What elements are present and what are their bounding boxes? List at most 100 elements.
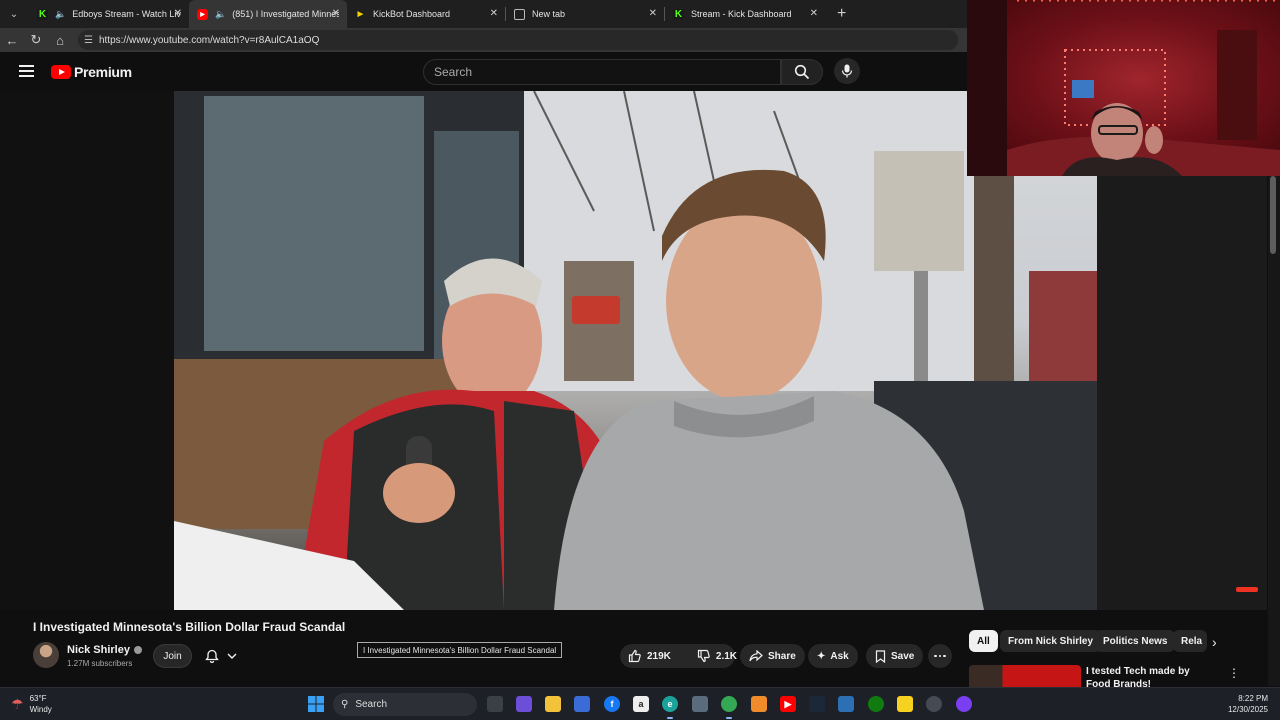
weather-icon: ☂ <box>11 695 24 712</box>
back-arrow-icon[interactable]: ← <box>0 33 24 48</box>
clock-date: 12/30/2025 <box>1227 705 1268 714</box>
youtube-logo[interactable]: Premium <box>51 64 132 80</box>
browser-tab-strip: ⌄ K 🔈 Edboys Stream - Watch Live o ✕ ▶ 🔈… <box>0 0 967 28</box>
calculator-icon[interactable] <box>692 696 708 712</box>
new-tab-plus-icon[interactable]: + <box>837 5 846 23</box>
search-icon <box>794 64 810 80</box>
share-button[interactable]: Share <box>740 644 805 668</box>
tab-label: KickBot Dashboard <box>373 9 451 19</box>
file-explorer-icon[interactable] <box>545 696 561 712</box>
close-icon[interactable]: ✕ <box>490 8 498 19</box>
amazon-icon[interactable]: a <box>633 696 649 712</box>
app-gear-icon[interactable] <box>838 696 854 712</box>
thumbs-up-icon <box>628 649 641 663</box>
copilot-icon[interactable] <box>516 696 532 712</box>
tab-label: New tab <box>532 9 566 19</box>
windows-start-icon[interactable] <box>308 696 324 712</box>
xbox-icon[interactable] <box>868 696 884 712</box>
dislike-button[interactable]: 2.1K <box>689 644 745 668</box>
tab-new-tab[interactable]: New tab ✕ <box>506 0 664 28</box>
recommendation-more-icon[interactable]: ⋮ <box>1228 666 1240 680</box>
channel-avatar[interactable] <box>33 642 59 668</box>
recommendation-title[interactable]: I tested Tech made by Food Brands! <box>1086 665 1216 687</box>
save-label: Save <box>891 650 915 662</box>
kick-icon: K <box>37 8 48 20</box>
tab-kickbot-dashboard[interactable]: ► KickBot Dashboard ✕ <box>347 0 505 28</box>
title-tooltip: I Investigated Minnesota's Billion Dolla… <box>357 642 563 658</box>
search-button[interactable] <box>781 59 823 85</box>
edge-icon[interactable]: e <box>662 696 678 712</box>
scrollbar-thumb[interactable] <box>1270 176 1276 254</box>
site-info-icon[interactable]: ☰ <box>84 35 93 46</box>
page-scrollbar[interactable] <box>1268 176 1280 686</box>
hamburger-menu-icon[interactable] <box>19 65 34 77</box>
youtube-icon: ▶ <box>197 8 208 20</box>
video-title: I Investigated Minnesota's Billion Dolla… <box>33 620 346 634</box>
taskbar-search-box[interactable]: ⚲ Search <box>333 693 477 716</box>
steam-icon[interactable] <box>809 696 825 712</box>
url-text: https://www.youtube.com/watch?v=r8AulCA1… <box>98 34 320 46</box>
thumbs-down-icon <box>697 649 710 663</box>
subscribe-watermark-icon[interactable] <box>1236 587 1258 592</box>
tab-label: Edboys Stream - Watch Live o <box>72 9 181 19</box>
search-input[interactable]: Search <box>423 59 781 85</box>
speaker-icon[interactable]: 🔈 <box>55 9 66 20</box>
home-icon[interactable]: ⌂ <box>48 33 72 48</box>
chevron-right-icon[interactable]: › <box>1212 634 1217 650</box>
speaker-icon[interactable]: 🔈 <box>215 9 226 20</box>
chip-related[interactable]: Rela <box>1173 630 1207 652</box>
chevron-down-icon <box>227 653 237 659</box>
video-frame-scene <box>174 91 1097 610</box>
ask-label: Ask <box>830 650 849 662</box>
circle-app-icon[interactable] <box>956 696 972 712</box>
tab-search-chevron-icon[interactable]: ⌄ <box>3 3 25 25</box>
video-player[interactable] <box>174 91 1097 610</box>
close-icon[interactable]: ✕ <box>332 8 340 19</box>
recommendation-thumbnail[interactable] <box>969 665 1081 687</box>
close-icon[interactable]: ✕ <box>649 8 657 19</box>
bookmark-icon <box>875 649 886 663</box>
more-actions-button[interactable] <box>928 644 952 668</box>
microphone-icon <box>841 64 853 78</box>
windows-taskbar: ☂ 63°F Windy ⚲ Search f a e ▶ 8:22 PM 12… <box>0 687 1280 720</box>
microsoft-store-icon[interactable] <box>574 696 590 712</box>
voice-search-button[interactable] <box>834 58 860 84</box>
youtube-header: Premium Search <box>0 52 967 91</box>
notification-bell-button[interactable] <box>201 644 249 668</box>
like-count: 219K <box>647 650 671 662</box>
address-bar-row: ← ↻ ⌂ ☰ https://www.youtube.com/watch?v=… <box>0 28 967 52</box>
share-icon <box>749 650 763 662</box>
channel-name-text: Nick Shirley <box>67 644 130 656</box>
sticky-notes-icon[interactable] <box>897 696 913 712</box>
url-field[interactable]: ☰ https://www.youtube.com/watch?v=r8AulC… <box>78 30 958 50</box>
join-button[interactable]: Join <box>153 644 192 668</box>
reload-icon[interactable]: ↻ <box>24 32 48 48</box>
weather-widget[interactable]: ☂ 63°F Windy <box>11 693 52 715</box>
close-icon[interactable]: ✕ <box>174 8 182 19</box>
facebook-icon[interactable]: f <box>604 696 620 712</box>
vlc-icon[interactable] <box>751 696 767 712</box>
share-label: Share <box>768 650 796 662</box>
system-clock[interactable]: 8:22 PM 12/30/2025 <box>1222 693 1268 715</box>
chip-from-nick-shirley[interactable]: From Nick Shirley <box>1000 630 1102 652</box>
youtube-app-icon[interactable]: ▶ <box>780 696 796 712</box>
close-icon[interactable]: ✕ <box>810 8 818 19</box>
task-view-icon[interactable] <box>487 696 503 712</box>
obs-icon[interactable] <box>926 696 942 712</box>
tab-youtube-video[interactable]: ▶ 🔈 (851) I Investigated Minnesota ✕ <box>189 0 347 28</box>
chrome-icon[interactable] <box>721 696 737 712</box>
kickbot-icon: ► <box>355 8 366 20</box>
active-app-indicator <box>667 717 673 719</box>
ask-button[interactable]: ✦ Ask <box>808 644 858 668</box>
weather-temperature: 63°F <box>29 694 47 703</box>
chip-all[interactable]: All <box>969 630 998 652</box>
right-sidebar-dark-panel <box>1097 176 1267 610</box>
taskbar-search-label: Search <box>355 699 388 710</box>
tab-kick-dashboard[interactable]: K Stream - Kick Dashboard ✕ <box>665 0 825 28</box>
chip-politics-news[interactable]: Politics News <box>1095 630 1176 652</box>
tab-edboys-stream[interactable]: K 🔈 Edboys Stream - Watch Live o ✕ <box>29 0 189 28</box>
channel-name[interactable]: Nick Shirley <box>67 644 142 656</box>
like-button[interactable]: 219K <box>620 644 679 668</box>
verified-icon <box>133 646 142 655</box>
save-button[interactable]: Save <box>866 644 924 668</box>
